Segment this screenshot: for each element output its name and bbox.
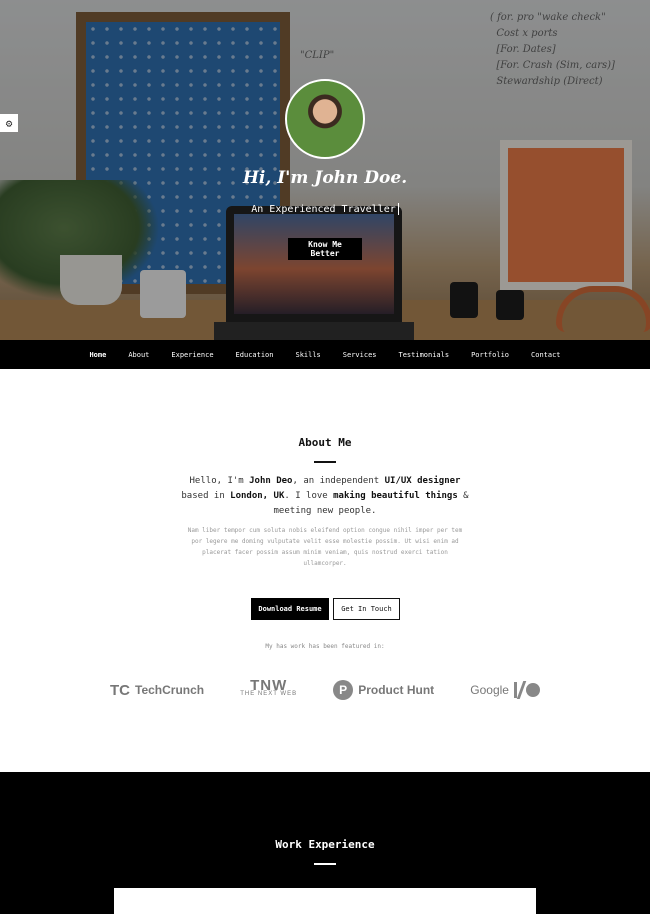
tnw-mark: TNW (250, 677, 288, 694)
hero-title: Hi, I'm John Doe. (242, 168, 408, 188)
nav-item-about[interactable]: About (117, 351, 160, 359)
featured-caption: My has work has been featured in: (265, 643, 385, 650)
nav-item-testimonials[interactable]: Testimonials (388, 351, 461, 359)
google-wordmark: Google (470, 683, 509, 697)
nav-item-experience[interactable]: Experience (160, 351, 224, 359)
hero-subtitle: An Experienced Traveller (0, 203, 650, 215)
about-body: Nam liber tempor cum soluta nobis eleife… (187, 527, 463, 567)
work-title: Work Experience (275, 838, 375, 851)
io-mark (513, 681, 540, 699)
featured-logos: TC TechCrunch TNW THE NEXT WEB P Product… (110, 675, 540, 705)
techcrunch-logo: TC TechCrunch (110, 682, 204, 699)
nav-item-education[interactable]: Education (225, 351, 285, 359)
lead-text: , an independent (292, 476, 385, 486)
work-experience-section: Work Experience (0, 772, 650, 918)
lead-name: John Deo (249, 476, 293, 486)
nav-item-contact[interactable]: Contact (520, 351, 572, 359)
nav-item-portfolio[interactable]: Portfolio (460, 351, 520, 359)
producthunt-wordmark: Product Hunt (358, 683, 435, 697)
tnw-tagline: THE NEXT WEB (240, 691, 298, 697)
lead-text: Hello, I'm (189, 476, 250, 486)
lead-role: UI/UX designer (384, 476, 461, 486)
lead-city: London, UK (230, 491, 285, 501)
about-title: About Me (298, 436, 352, 449)
download-resume-button[interactable]: Download Resume (251, 598, 329, 620)
google-io-logo: Google (470, 681, 540, 699)
about-lead: Hello, I'm John Deo, an independent UI/U… (180, 474, 470, 519)
get-in-touch-button[interactable]: Get In Touch (333, 598, 400, 620)
tnw-logo: TNW THE NEXT WEB (240, 677, 298, 699)
lead-text: based in (181, 491, 231, 501)
techcrunch-wordmark: TechCrunch (135, 683, 205, 697)
work-title-underline (314, 863, 336, 865)
hero-section: "CLIP" ( for. pro "wake check" Cost x po… (0, 0, 650, 340)
techcrunch-mark: TC (110, 681, 130, 699)
gear-icon[interactable]: ⚙ (0, 114, 18, 132)
typing-caret (397, 203, 399, 215)
avatar (285, 79, 365, 159)
lead-text: . I love (284, 491, 334, 501)
know-me-better-button[interactable]: Know Me Better (288, 238, 362, 260)
producthunt-mark: P (333, 680, 354, 700)
hero-subtitle-text: An Experienced Traveller (251, 204, 396, 215)
main-nav: Home About Experience Education Skills S… (0, 340, 650, 369)
nav-item-services[interactable]: Services (332, 351, 388, 359)
nav-item-skills[interactable]: Skills (284, 351, 331, 359)
about-title-underline (314, 461, 336, 463)
nav-item-home[interactable]: Home (78, 351, 117, 359)
producthunt-logo: P Product Hunt (333, 680, 434, 700)
lead-passion: making beautiful things (333, 491, 458, 501)
